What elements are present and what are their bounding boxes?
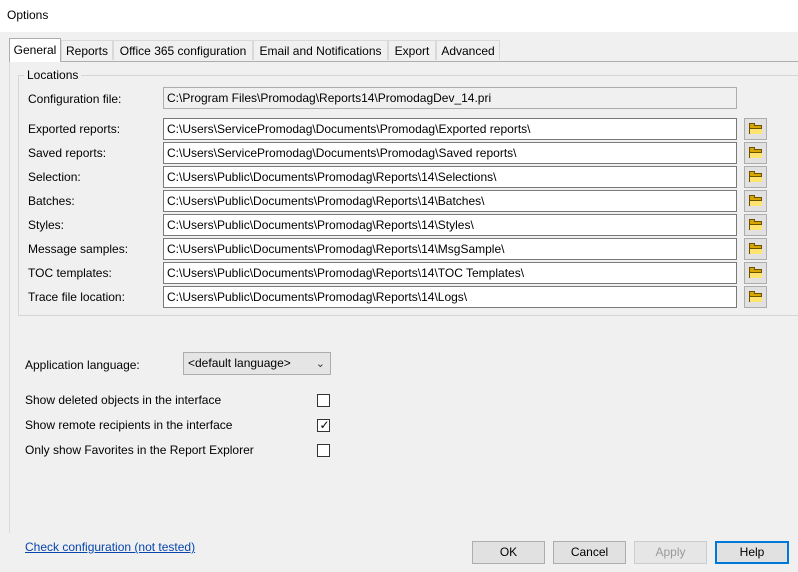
configuration-file-label: Configuration file:	[28, 92, 122, 106]
tab-general[interactable]: General	[9, 38, 61, 62]
tab-office-365-configuration[interactable]: Office 365 configuration	[113, 40, 253, 60]
trace-file-location-field[interactable]: C:\Users\Public\Documents\Promodag\Repor…	[163, 286, 737, 308]
folder-icon	[749, 291, 762, 302]
selection-label: Selection:	[28, 170, 81, 184]
title-bar: Options	[0, 0, 798, 32]
message-samples-label: Message samples:	[28, 242, 129, 256]
toc-templates-field[interactable]: C:\Users\Public\Documents\Promodag\Repor…	[163, 262, 737, 284]
folder-icon	[749, 195, 762, 206]
exported-reports-browse-button[interactable]	[744, 118, 767, 140]
exported-reports-field[interactable]: C:\Users\ServicePromodag\Documents\Promo…	[163, 118, 737, 140]
apply-button[interactable]: Apply	[634, 541, 707, 564]
toc-templates-label: TOC templates:	[28, 266, 112, 280]
saved-reports-browse-button[interactable]	[744, 142, 767, 164]
tab-advanced[interactable]: Advanced	[436, 40, 500, 60]
folder-icon	[749, 171, 762, 182]
locations-group-title: Locations	[24, 68, 82, 82]
help-button[interactable]: Help	[715, 541, 789, 564]
folder-icon	[749, 123, 762, 134]
cancel-button[interactable]: Cancel	[553, 541, 626, 564]
styles-field[interactable]: C:\Users\Public\Documents\Promodag\Repor…	[163, 214, 737, 236]
folder-icon	[749, 267, 762, 278]
ok-button[interactable]: OK	[472, 541, 545, 564]
message-samples-browse-button[interactable]	[744, 238, 767, 260]
show-deleted-objects-checkbox[interactable]	[317, 394, 330, 407]
styles-browse-button[interactable]	[744, 214, 767, 236]
only-show-favorites-checkbox[interactable]	[317, 444, 330, 457]
trace-file-location-browse-button[interactable]	[744, 286, 767, 308]
batches-label: Batches:	[28, 194, 75, 208]
show-remote-recipients-label: Show remote recipients in the interface	[25, 418, 233, 432]
saved-reports-label: Saved reports:	[28, 146, 107, 160]
exported-reports-label: Exported reports:	[28, 122, 121, 136]
message-samples-field[interactable]: C:\Users\Public\Documents\Promodag\Repor…	[163, 238, 737, 260]
show-remote-recipients-checkbox[interactable]: ✓	[317, 418, 330, 432]
selection-browse-button[interactable]	[744, 166, 767, 188]
toc-templates-browse-button[interactable]	[744, 262, 767, 284]
batches-browse-button[interactable]	[744, 190, 767, 212]
application-language-label: Application language:	[25, 358, 140, 372]
folder-icon	[749, 219, 762, 230]
trace-file-location-label: Trace file location:	[28, 290, 125, 304]
checkmark-icon: ✓	[319, 418, 330, 432]
configuration-file-field: C:\Program Files\Promodag\Reports14\Prom…	[163, 87, 737, 109]
chevron-down-icon: ⌄	[315, 358, 325, 370]
window-title: Options	[7, 8, 49, 22]
application-language-value: <default language>	[188, 356, 291, 370]
folder-icon	[749, 243, 762, 254]
saved-reports-field[interactable]: C:\Users\ServicePromodag\Documents\Promo…	[163, 142, 737, 164]
folder-icon	[749, 147, 762, 158]
tab-export[interactable]: Export	[388, 40, 436, 60]
styles-label: Styles:	[28, 218, 65, 232]
only-show-favorites-label: Only show Favorites in the Report Explor…	[25, 443, 254, 457]
check-configuration-link[interactable]: Check configuration (not tested)	[25, 540, 195, 554]
tab-email-and-notifications[interactable]: Email and Notifications	[253, 40, 388, 60]
selection-field[interactable]: C:\Users\Public\Documents\Promodag\Repor…	[163, 166, 737, 188]
batches-field[interactable]: C:\Users\Public\Documents\Promodag\Repor…	[163, 190, 737, 212]
application-language-select[interactable]: <default language> ⌄	[183, 352, 331, 375]
tab-reports[interactable]: Reports	[61, 40, 113, 60]
show-deleted-objects-label: Show deleted objects in the interface	[25, 393, 222, 407]
